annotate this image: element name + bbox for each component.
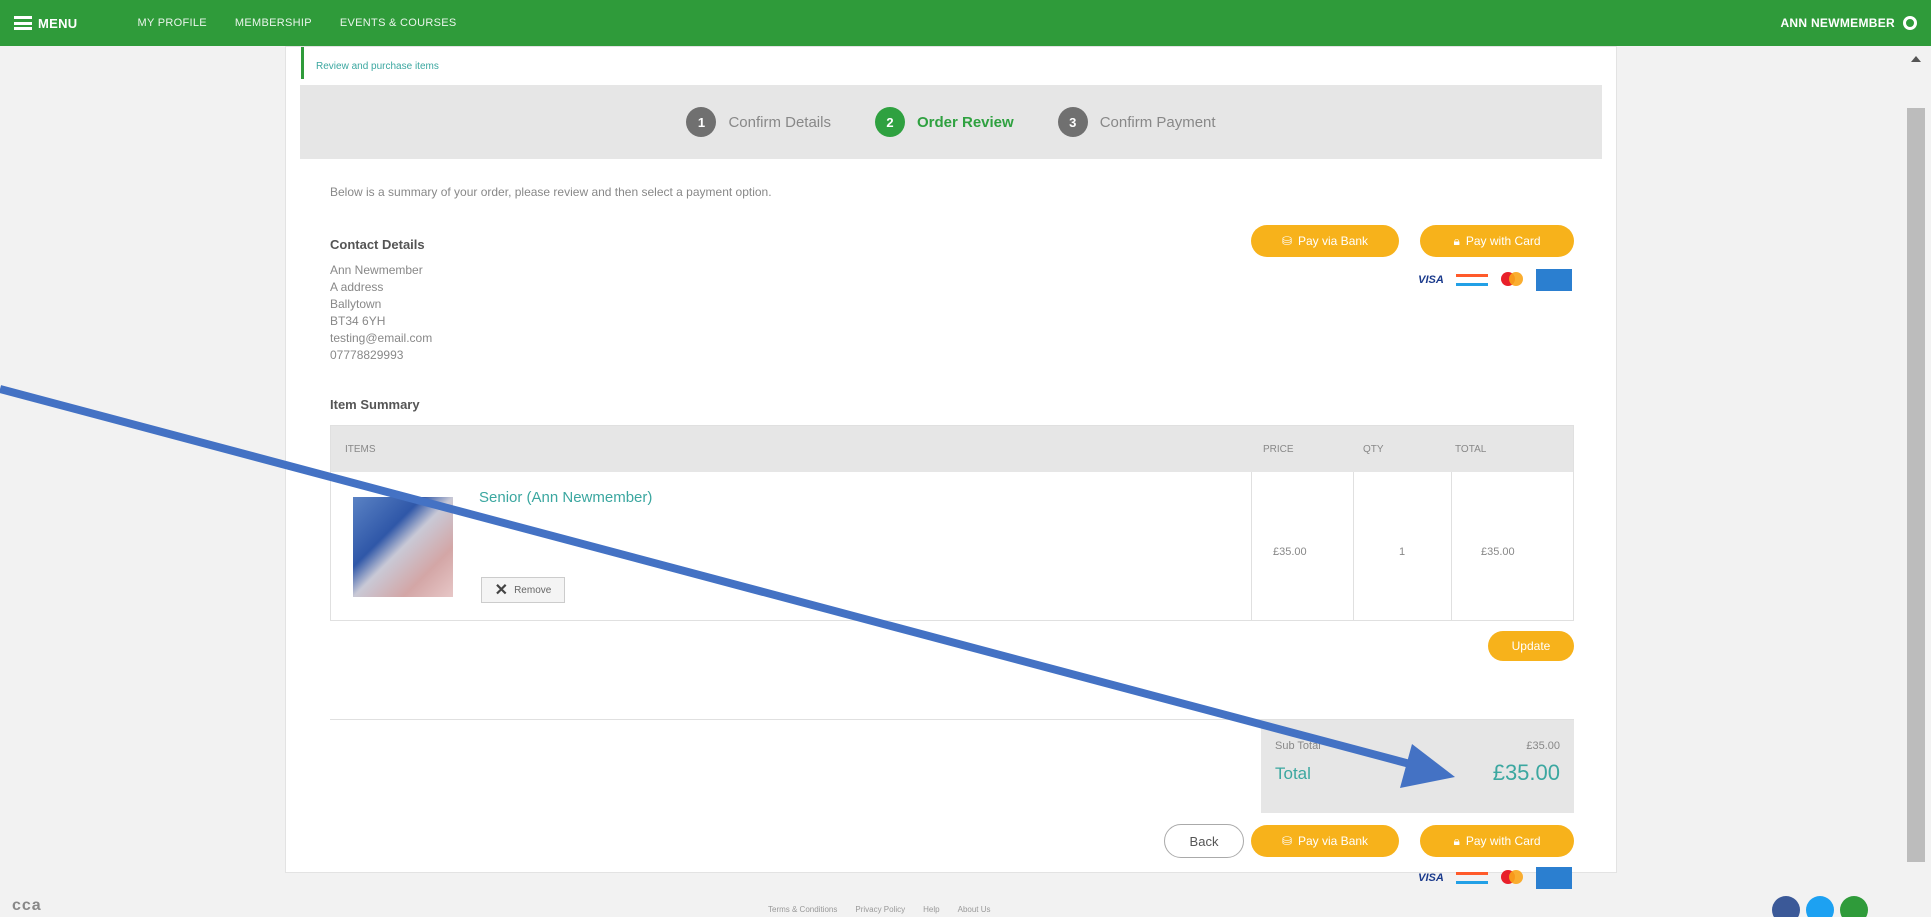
- visa-icon: VISA: [1418, 872, 1444, 884]
- pay-via-bank-label: Pay via Bank: [1298, 234, 1369, 248]
- amex-icon: [1536, 867, 1572, 889]
- nav-link-membership[interactable]: MEMBERSHIP: [235, 17, 312, 29]
- nav-link-my-profile[interactable]: MY PROFILE: [137, 17, 206, 29]
- menu-button[interactable]: MENU: [14, 16, 77, 31]
- user-menu[interactable]: ANN NEWMEMBER: [1780, 16, 1917, 30]
- mastercard-icon: [1498, 868, 1526, 888]
- pay-via-bank-label: Pay via Bank: [1298, 834, 1369, 848]
- hamburger-icon: [14, 16, 32, 30]
- step-confirm-payment: 3 Confirm Payment: [1057, 107, 1216, 137]
- pay-with-card-button-bottom[interactable]: 🔒︎ Pay with Card: [1420, 825, 1574, 857]
- item-summary-title: Item Summary: [330, 397, 420, 412]
- contact-address-2: Ballytown: [330, 297, 382, 311]
- facebook-icon[interactable]: [1772, 896, 1800, 917]
- bank-icon: ⛁: [1281, 834, 1292, 848]
- lock-icon: 🔒︎: [1453, 233, 1460, 248]
- user-name: ANN NEWMEMBER: [1780, 16, 1895, 30]
- step-number: 2: [874, 107, 905, 137]
- pay-via-bank-button[interactable]: ⛁ Pay via Bank: [1251, 225, 1399, 257]
- table-header: ITEMS PRICE QTY TOTAL: [331, 426, 1573, 472]
- item-thumbnail: [353, 497, 453, 597]
- step-label: Order Review: [916, 113, 1014, 131]
- contact-name: Ann Newmember: [330, 263, 423, 277]
- instagram-icon[interactable]: [1840, 896, 1868, 917]
- back-button[interactable]: Back: [1164, 824, 1244, 858]
- item-name-link[interactable]: Senior (Ann Newmember): [479, 489, 652, 506]
- back-label: Back: [1189, 833, 1219, 849]
- close-icon: ✕: [494, 582, 509, 599]
- top-nav: MENU MY PROFILE MEMBERSHIP EVENTS & COUR…: [0, 0, 1931, 46]
- item-qty: 1: [1399, 546, 1406, 558]
- pay-with-card-button[interactable]: 🔒︎ Pay with Card: [1420, 225, 1574, 257]
- header-qty: QTY: [1363, 444, 1384, 455]
- amex-icon: [1536, 269, 1572, 291]
- scroll-up-arrow-icon[interactable]: [1911, 56, 1921, 62]
- twitter-icon[interactable]: [1806, 896, 1834, 917]
- visa-icon: VISA: [1418, 274, 1444, 286]
- subtotal-label: Sub Total: [1275, 740, 1321, 752]
- item-price: £35.00: [1273, 546, 1307, 558]
- step-number: 1: [686, 107, 717, 137]
- item-total: £35.00: [1481, 546, 1515, 558]
- contact-postcode: BT34 6YH: [330, 314, 386, 328]
- step-number: 3: [1057, 107, 1088, 137]
- footer-link-terms[interactable]: Terms & Conditions: [768, 905, 837, 914]
- remove-item-button[interactable]: ✕ Remove: [481, 577, 565, 603]
- intro-text: Below is a summary of your order, please…: [330, 185, 772, 199]
- breadcrumb: Review and purchase items: [316, 61, 439, 72]
- maestro-icon: [1456, 274, 1488, 286]
- step-confirm-details[interactable]: 1 Confirm Details: [686, 107, 831, 137]
- contact-email: testing@email.com: [330, 331, 433, 345]
- maestro-icon: [1456, 872, 1488, 884]
- header-price: PRICE: [1263, 444, 1294, 455]
- scrollbar-thumb[interactable]: [1907, 108, 1925, 862]
- column-divider: [1251, 472, 1252, 620]
- gear-icon: [1903, 16, 1917, 30]
- header-items: ITEMS: [345, 444, 376, 455]
- lock-icon: 🔒︎: [1453, 833, 1460, 848]
- pay-via-bank-button-bottom[interactable]: ⛁ Pay via Bank: [1251, 825, 1399, 857]
- pay-with-card-label: Pay with Card: [1465, 234, 1541, 248]
- column-divider: [1353, 472, 1354, 620]
- update-label: Update: [1511, 639, 1551, 653]
- footer-link-privacy[interactable]: Privacy Policy: [855, 905, 905, 914]
- total-value: £35.00: [1492, 760, 1560, 785]
- menu-label: MENU: [38, 15, 78, 31]
- remove-label: Remove: [514, 584, 552, 596]
- contact-details: Ann Newmember A address Ballytown BT34 6…: [330, 262, 432, 364]
- footer-links: Terms & Conditions Privacy Policy Help A…: [768, 905, 991, 914]
- order-review-card: Review and purchase items 1 Confirm Deta…: [285, 46, 1617, 889]
- subtotal-value: £35.00: [1526, 740, 1560, 752]
- contact-details-title: Contact Details: [330, 237, 425, 252]
- item-summary-table: ITEMS PRICE QTY TOTAL Senior (Ann Newmem…: [330, 425, 1574, 621]
- column-divider: [1451, 472, 1452, 620]
- contact-phone: 07778829993: [330, 348, 404, 362]
- step-label: Confirm Payment: [1099, 113, 1216, 131]
- breadcrumb-accent: [301, 47, 304, 79]
- nav-link-events-courses[interactable]: EVENTS & COURSES: [340, 17, 457, 29]
- header-total: TOTAL: [1455, 444, 1487, 455]
- contact-address-1: A address: [330, 280, 384, 294]
- totals-box: Sub Total £35.00 Total £35.00: [1261, 720, 1574, 813]
- footer-link-help[interactable]: Help: [923, 905, 939, 914]
- total-label: Total: [1275, 764, 1311, 783]
- card-logos-bottom: VISA: [1416, 867, 1572, 889]
- step-label: Confirm Details: [728, 113, 831, 131]
- checkout-steps: 1 Confirm Details 2 Order Review 3 Confi…: [300, 85, 1602, 159]
- bank-icon: ⛁: [1281, 234, 1292, 248]
- footer-link-about[interactable]: About Us: [958, 905, 991, 914]
- update-button[interactable]: Update: [1488, 631, 1574, 661]
- card-logos: VISA: [1416, 269, 1572, 291]
- pay-with-card-label: Pay with Card: [1465, 834, 1541, 848]
- footer-logo: cca: [12, 897, 42, 914]
- mastercard-icon: [1498, 270, 1526, 290]
- step-order-review: 2 Order Review: [874, 107, 1014, 137]
